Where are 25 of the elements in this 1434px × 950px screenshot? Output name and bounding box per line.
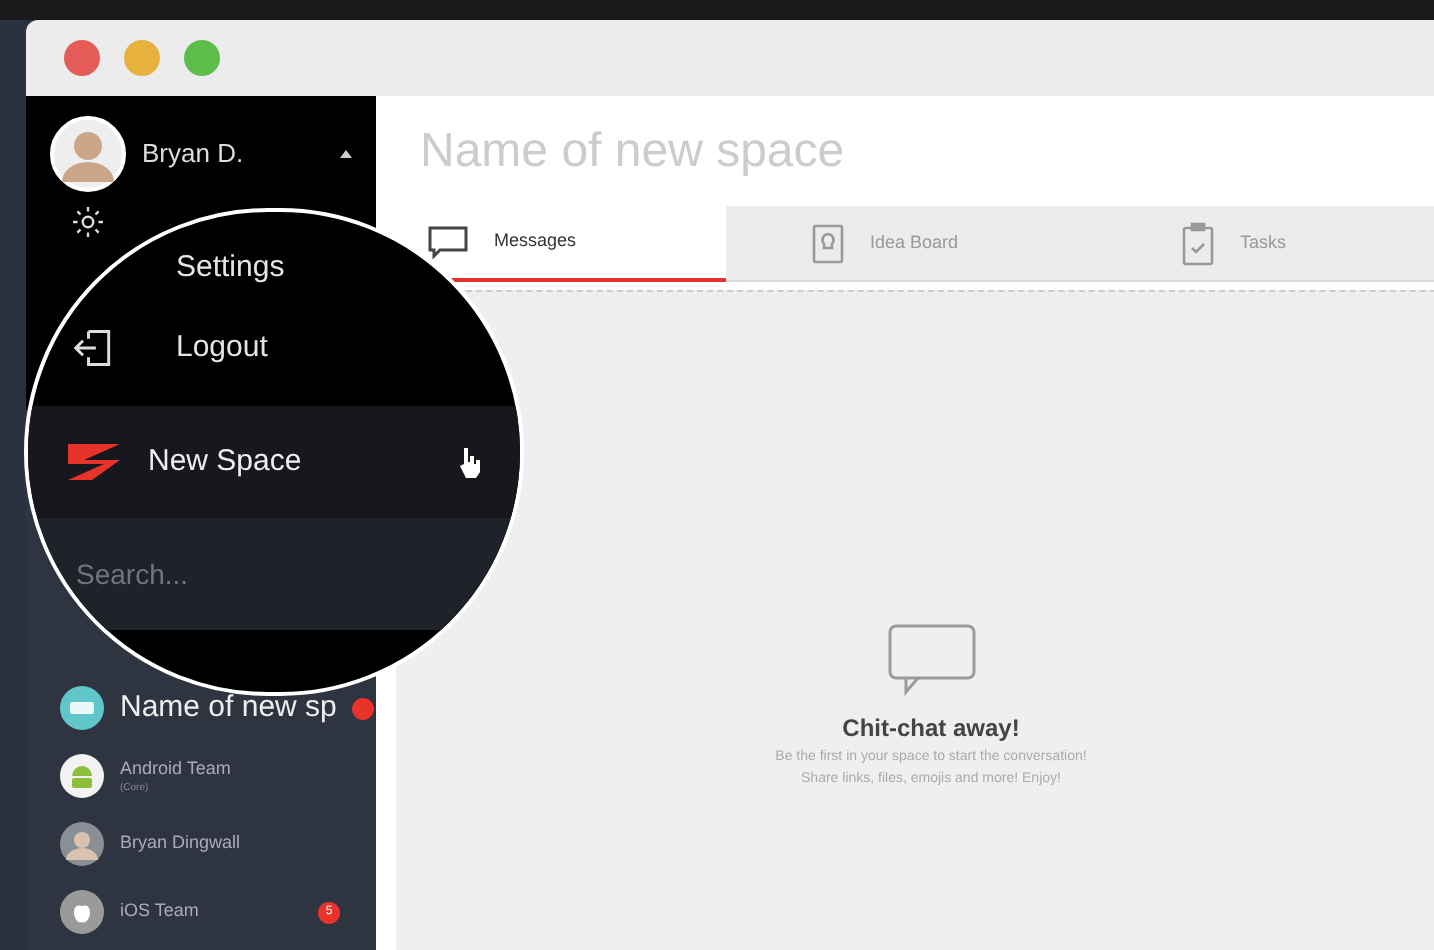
empty-title: Chit-chat away!	[842, 712, 1020, 746]
chat-bubble-icon	[426, 224, 470, 260]
android-icon	[60, 754, 104, 798]
space-name: Bryan Dingwall	[120, 832, 241, 856]
space-item[interactable]: Bryan Dingwall	[26, 810, 376, 878]
new-space-button[interactable]: New Space	[28, 406, 520, 518]
clipboard-icon	[1180, 221, 1216, 265]
caret-up-icon[interactable]	[340, 150, 352, 158]
logo-icon	[64, 440, 124, 484]
space-name: iOS Team	[120, 900, 199, 924]
space-name: Name of new sp	[120, 689, 337, 727]
avatar-icon	[60, 822, 104, 866]
chat-bubble-icon	[885, 622, 977, 698]
hand-cursor-icon	[457, 446, 482, 478]
maximize-button[interactable]	[184, 40, 220, 76]
apple-icon	[60, 890, 104, 934]
space-avatar-icon	[60, 686, 104, 730]
minimize-button[interactable]	[124, 40, 160, 76]
menu-item[interactable]: Logout	[28, 308, 520, 388]
lightbulb-icon	[810, 221, 846, 265]
space-name: Android Team	[120, 758, 231, 781]
logout-icon	[72, 326, 116, 370]
close-button[interactable]	[64, 40, 100, 76]
user-name[interactable]: Bryan D.	[142, 134, 244, 174]
avatar-icon	[50, 116, 126, 192]
